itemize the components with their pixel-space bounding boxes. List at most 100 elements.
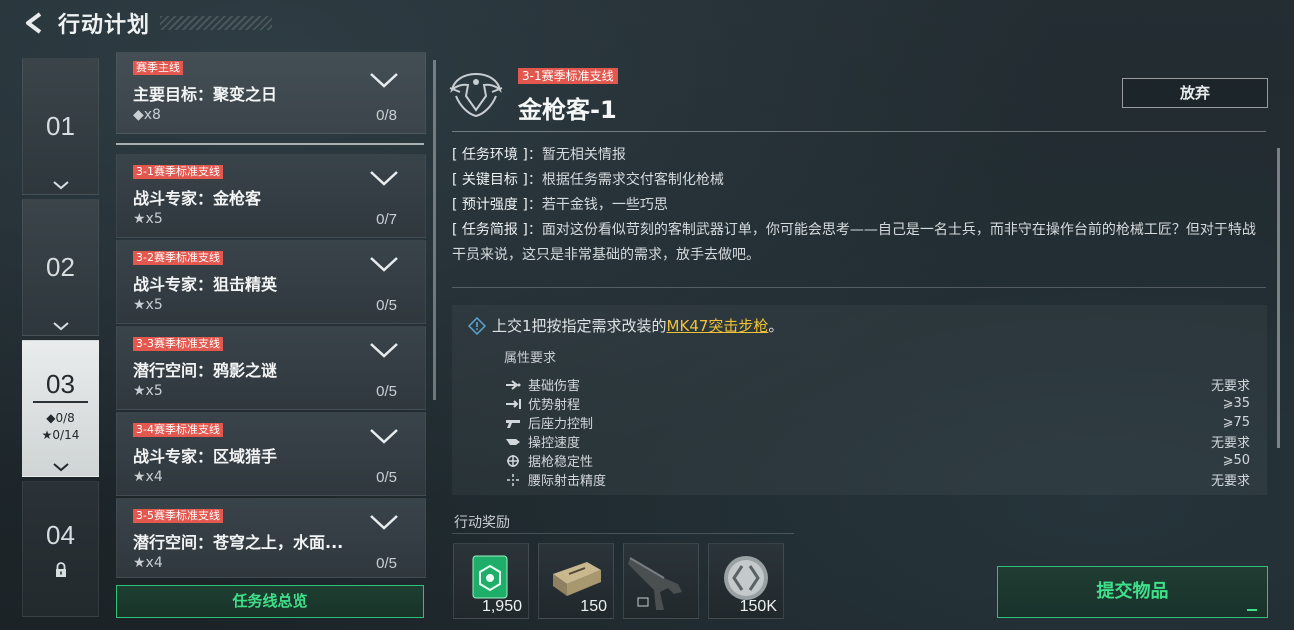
reward-item[interactable]: 150K (708, 543, 784, 619)
submit-items-button[interactable]: 提交物品 (997, 566, 1268, 618)
info-key: [ 预计强度 ] (452, 197, 528, 213)
info-intensity: [ 预计强度 ]：若干金钱，一些巧思 (452, 193, 1268, 218)
detail-tag: 3-1赛季标准支线 (518, 68, 618, 84)
info-key: [ 任务简报 ] (452, 222, 528, 238)
attribute-row: 基础伤害 无要求 (504, 375, 1250, 394)
quest-progress: 0/5 (376, 297, 397, 314)
quest-tag: 3-5赛季标准支线 (133, 509, 223, 523)
info-key-objective: [ 关键目标 ]：根据任务需求交付客制化枪械 (452, 168, 1268, 193)
chapter-tab-01[interactable]: 01 (22, 58, 99, 195)
info-key: [ 关键目标 ] (452, 172, 528, 188)
attribute-row: 优势射程 ⩾35 (504, 394, 1250, 413)
damage-icon (506, 379, 521, 390)
chapter-star-progress: ★0/14 (41, 428, 80, 442)
info-value: ：若干金钱，一些巧思 (527, 197, 668, 213)
star-progress-value: 0/14 (52, 428, 80, 442)
reward-item[interactable] (623, 543, 699, 619)
attribute-value: 无要求 (1210, 474, 1250, 489)
questline-overview-button[interactable]: 任务线总览 (116, 585, 424, 618)
quest-count: ★x4 (133, 555, 163, 571)
quest-tag: 3-3赛季标准支线 (133, 337, 223, 351)
quest-progress: 0/5 (376, 469, 397, 486)
attribute-name: 操控速度 (528, 436, 581, 451)
chapter-number: 01 (46, 111, 75, 141)
quest-count: ★x5 (133, 211, 163, 227)
weapon-link[interactable]: MK47突击步枪 (667, 315, 769, 336)
quest-progress: 0/5 (376, 555, 397, 572)
quest-tag: 3-2赛季标准支线 (133, 251, 223, 265)
quest-item-3-4[interactable]: 3-4赛季标准支线 战斗专家：区域猎手 ★x4 0/5 (116, 412, 426, 496)
quest-count: ★x5 (133, 383, 163, 399)
attribute-row: 腰际射击精度 无要求 (504, 470, 1250, 489)
back-button[interactable] (22, 8, 48, 38)
attribute-requirements-title: 属性要求 (504, 351, 557, 366)
chapter-tab-04[interactable]: 04 (22, 481, 99, 617)
hipfire-icon (507, 473, 519, 486)
reward-item[interactable]: 150 (538, 543, 614, 619)
button-corner-decoration (1247, 603, 1257, 611)
attribute-value: 无要求 (1210, 379, 1250, 394)
info-value: ：暂无相关情报 (527, 147, 626, 163)
quest-name: 潜行空间：苍穹之上，水面... (133, 533, 344, 552)
quest-tag: 3-1赛季标准支线 (133, 165, 223, 179)
range-icon (506, 398, 521, 409)
requirement-suffix: 。 (768, 317, 784, 335)
quest-name: 潜行空间：鸦影之谜 (133, 361, 278, 380)
detail-scrollbar[interactable] (1277, 148, 1280, 448)
handling-icon (506, 438, 520, 445)
header: 行动计划 (22, 6, 273, 40)
quest-count: ◆x8 (133, 107, 161, 123)
info-key: [ 任务环境 ] (452, 147, 528, 163)
attribute-row: 操控速度 无要求 (504, 432, 1250, 451)
info-value: ：面对这份看似苛刻的客制武器订单，你可能会思考——自己是一名士兵，而非守在操作台… (452, 222, 1256, 263)
chapter-number: 02 (46, 252, 75, 282)
quest-name: 主要目标：聚变之日 (133, 85, 278, 104)
detail-title: 金枪客-1 (518, 96, 617, 124)
quest-item-3-5[interactable]: 3-5赛季标准支线 潜行空间：苍穹之上，水面... ★x4 0/5 (116, 498, 426, 578)
quest-count: ★x4 (133, 469, 163, 485)
attribute-value: ⩾35 (1222, 396, 1250, 411)
info-diamond-icon (468, 316, 486, 335)
abandon-button[interactable]: 放弃 (1122, 78, 1268, 108)
chevron-down-icon (369, 513, 399, 535)
chevron-down-icon (23, 176, 98, 195)
quest-item-3-3[interactable]: 3-3赛季标准支线 潜行空间：鸦影之谜 ★x5 0/5 (116, 326, 426, 410)
reward-quantity: 1,950 (481, 598, 522, 615)
attribute-value: ⩾75 (1222, 415, 1250, 430)
info-value: ：根据任务需求交付客制化枪械 (527, 172, 724, 188)
submit-label: 提交物品 (1096, 581, 1169, 602)
info-environment: [ 任务环境 ]：暂无相关情报 (452, 143, 1268, 168)
chevron-down-icon (23, 317, 98, 336)
chapter-tab-03[interactable]: 03 ◆0/8 ★0/14 (22, 340, 99, 477)
stability-icon (507, 454, 519, 467)
recoil-icon (506, 419, 520, 428)
quest-count: ★x5 (133, 297, 163, 313)
lock-icon (23, 562, 98, 582)
chapter-underline (33, 401, 88, 403)
chevron-down-icon (369, 71, 399, 93)
quest-list-scrollbar[interactable] (433, 60, 436, 400)
attribute-name: 据枪稳定性 (528, 455, 594, 470)
chapter-tab-02[interactable]: 02 (22, 199, 99, 336)
chevron-down-icon (369, 427, 399, 449)
quest-item-main[interactable]: 赛季主线 主要目标：聚变之日 ◆x8 0/8 (116, 52, 426, 134)
attribute-value: ⩾50 (1222, 453, 1250, 468)
rifle-icon (628, 557, 682, 610)
quest-separator (116, 143, 424, 145)
reward-quantity: 150K (739, 598, 777, 615)
reward-item[interactable]: 1,950 (453, 543, 529, 619)
quest-name: 战斗专家：狙击精英 (133, 275, 278, 294)
quest-name: 战斗专家：金枪客 (133, 189, 262, 208)
chevron-down-icon (369, 341, 399, 363)
reward-quantity: 150 (580, 598, 607, 615)
title-decoration (160, 16, 273, 30)
quest-tag: 3-4赛季标准支线 (133, 423, 223, 437)
attribute-name: 腰际射击精度 (528, 474, 607, 489)
back-arrow-icon (26, 12, 42, 34)
quest-item-3-2[interactable]: 3-2赛季标准支线 战斗专家：狙击精英 ★x5 0/5 (116, 240, 426, 324)
chevron-down-icon (369, 255, 399, 277)
mission-info: [ 任务环境 ]：暂无相关情报 [ 关键目标 ]：根据任务需求交付客制化枪械 [… (452, 143, 1268, 268)
quest-item-3-1[interactable]: 3-1赛季标准支线 战斗专家：金枪客 ★x5 0/7 (116, 154, 426, 238)
quest-progress: 0/7 (376, 211, 397, 228)
attribute-name: 优势射程 (528, 398, 581, 413)
